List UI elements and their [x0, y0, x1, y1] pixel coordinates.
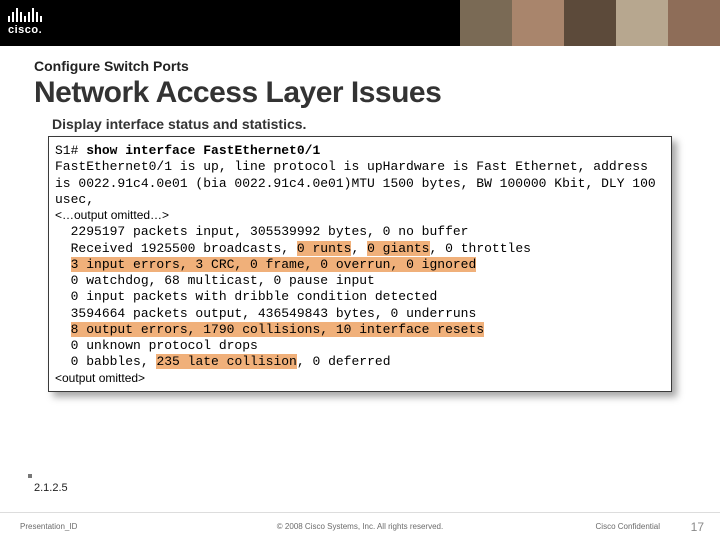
- page-number: 17: [691, 520, 704, 534]
- hl-runts: 0 runts: [297, 241, 352, 256]
- confidential: Cisco Confidential: [596, 522, 660, 531]
- output-omitted-top: <…output omitted…>: [55, 208, 169, 222]
- cisco-bars-icon: [8, 4, 42, 22]
- bullet-icon: [28, 474, 32, 478]
- header-collage: [460, 0, 720, 46]
- terminal-window: S1# show interface FastEthernet0/1 FastE…: [48, 136, 672, 392]
- sep1: ,: [351, 241, 367, 256]
- copyright: © 2008 Cisco Systems, Inc. All rights re…: [277, 522, 443, 531]
- top-bar: cisco.: [0, 0, 720, 46]
- page-title: Network Access Layer Issues: [34, 76, 720, 110]
- brand-name: cisco.: [8, 24, 42, 36]
- footer: Presentation_ID © 2008 Cisco Systems, In…: [0, 512, 720, 540]
- out-stats-e: , 0 deferred: [297, 354, 391, 369]
- caption: Display interface status and statistics.: [52, 116, 720, 132]
- output-omitted-bottom: <output omitted>: [55, 371, 145, 385]
- cisco-logo: cisco.: [8, 4, 42, 36]
- slide: cisco. Configure Switch Ports Network Ac…: [0, 0, 720, 540]
- sep2: ,: [430, 241, 446, 256]
- section-number: 2.1.2.5: [34, 482, 68, 494]
- presentation-id: Presentation_ID: [20, 522, 77, 531]
- out-line1: FastEthernet0/1 is up, line protocol is …: [55, 159, 664, 207]
- subheading: Configure Switch Ports: [34, 58, 720, 74]
- hl-output-errors: 8 output errors, 1790 collisions, 10 int…: [71, 322, 484, 337]
- prompt: S1#: [55, 143, 78, 158]
- hl-late-collision: 235 late collision: [156, 354, 296, 369]
- hl-giants: 0 giants: [367, 241, 429, 256]
- terminal-output: S1# show interface FastEthernet0/1 FastE…: [49, 137, 671, 391]
- hl-input-errors: 3 input errors, 3 CRC, 0 frame, 0 overru…: [71, 257, 477, 272]
- command: show interface FastEthernet0/1: [86, 143, 320, 158]
